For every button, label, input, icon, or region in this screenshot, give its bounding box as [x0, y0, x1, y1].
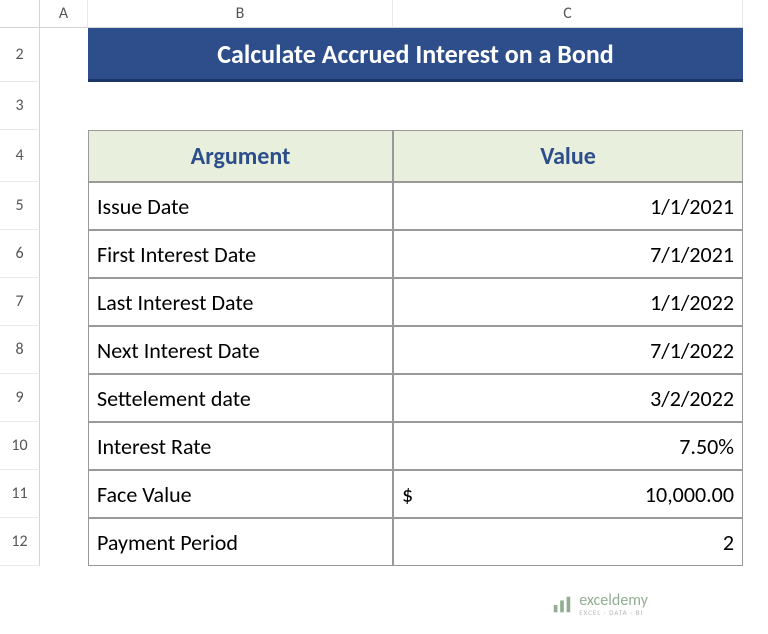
value-face-value[interactable]: $ 10,000.00 [393, 470, 743, 518]
cell-a2[interactable] [40, 28, 88, 82]
corner-cell[interactable] [0, 0, 40, 28]
label-settlement[interactable]: Settelement date [88, 374, 393, 422]
cell-a5[interactable] [40, 182, 88, 230]
value-interest-rate[interactable]: 7.50% [393, 422, 743, 470]
row-header-4[interactable]: 4 [0, 130, 40, 182]
currency-amount: 10,000.00 [645, 481, 734, 508]
label-issue-date[interactable]: Issue Date [88, 182, 393, 230]
row-header-7[interactable]: 7 [0, 278, 40, 326]
row-header-9[interactable]: 9 [0, 374, 40, 422]
value-issue-date[interactable]: 1/1/2021 [393, 182, 743, 230]
label-next-interest[interactable]: Next Interest Date [88, 326, 393, 374]
cell-a10[interactable] [40, 422, 88, 470]
value-next-interest[interactable]: 7/1/2022 [393, 326, 743, 374]
row-header-11[interactable]: 11 [0, 470, 40, 518]
cell-a3[interactable] [40, 82, 88, 130]
cell-a11[interactable] [40, 470, 88, 518]
cell-a4[interactable] [40, 130, 88, 182]
table-header-argument[interactable]: Argument [88, 130, 393, 182]
watermark: exceldemy EXCEL · DATA · BI [551, 593, 648, 616]
spreadsheet-grid: A B C 2 Calculate Accrued Interest on a … [0, 0, 768, 566]
col-header-a[interactable]: A [40, 0, 88, 28]
label-face-value[interactable]: Face Value [88, 470, 393, 518]
row-header-6[interactable]: 6 [0, 230, 40, 278]
page-title[interactable]: Calculate Accrued Interest on a Bond [88, 28, 743, 82]
table-header-value[interactable]: Value [393, 130, 743, 182]
cell-b3[interactable] [88, 82, 393, 130]
value-last-interest[interactable]: 1/1/2022 [393, 278, 743, 326]
row-header-3[interactable]: 3 [0, 82, 40, 130]
watermark-main: exceldemy [579, 593, 648, 609]
label-last-interest[interactable]: Last Interest Date [88, 278, 393, 326]
watermark-text: exceldemy EXCEL · DATA · BI [579, 593, 648, 616]
cell-a8[interactable] [40, 326, 88, 374]
label-payment-period[interactable]: Payment Period [88, 518, 393, 566]
row-header-8[interactable]: 8 [0, 326, 40, 374]
label-first-interest[interactable]: First Interest Date [88, 230, 393, 278]
row-header-2[interactable]: 2 [0, 28, 40, 82]
value-first-interest[interactable]: 7/1/2021 [393, 230, 743, 278]
currency-symbol: $ [402, 481, 413, 508]
row-header-12[interactable]: 12 [0, 518, 40, 566]
cell-a12[interactable] [40, 518, 88, 566]
col-header-c[interactable]: C [393, 0, 743, 28]
row-header-5[interactable]: 5 [0, 182, 40, 230]
label-interest-rate[interactable]: Interest Rate [88, 422, 393, 470]
value-payment-period[interactable]: 2 [393, 518, 743, 566]
cell-c3[interactable] [393, 82, 743, 130]
cell-a6[interactable] [40, 230, 88, 278]
cell-a7[interactable] [40, 278, 88, 326]
col-header-b[interactable]: B [88, 0, 393, 28]
value-settlement[interactable]: 3/2/2022 [393, 374, 743, 422]
row-header-10[interactable]: 10 [0, 422, 40, 470]
watermark-sub: EXCEL · DATA · BI [579, 609, 648, 616]
cell-a9[interactable] [40, 374, 88, 422]
chart-icon [551, 594, 573, 616]
